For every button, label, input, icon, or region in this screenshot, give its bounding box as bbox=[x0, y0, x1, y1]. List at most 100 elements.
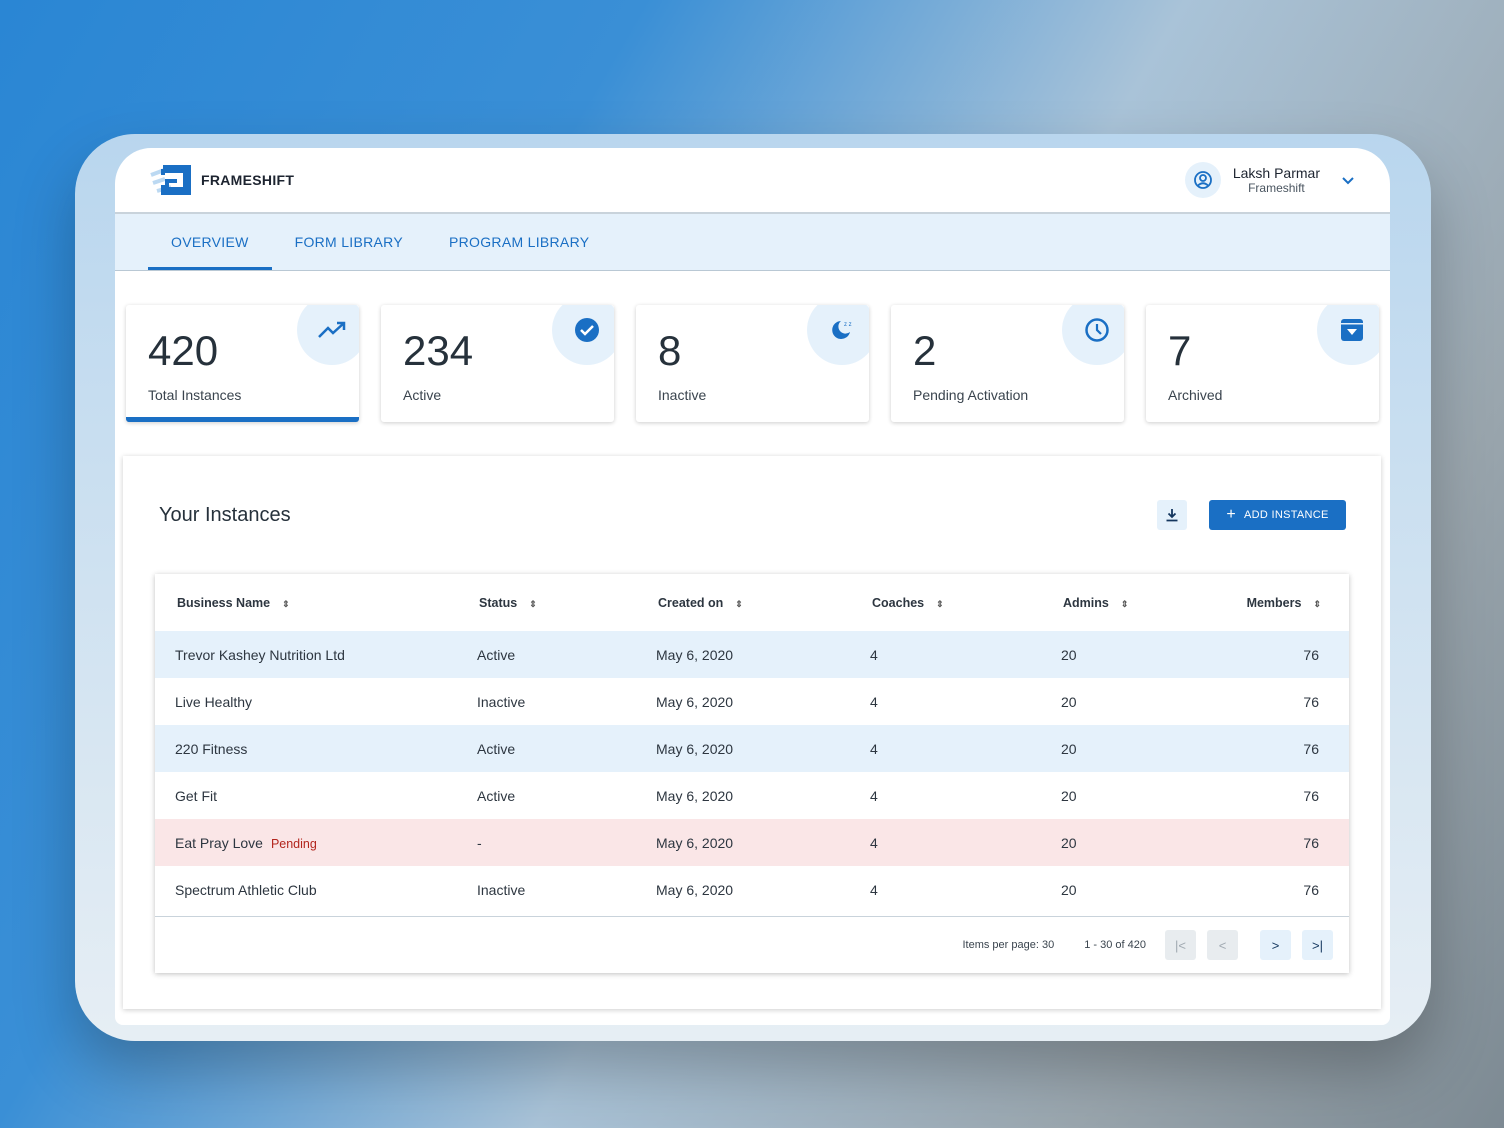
cell-status: - bbox=[477, 835, 656, 851]
app-screen: FRAMESHIFT Laksh ParmarFrameshift OVERVI… bbox=[115, 148, 1390, 1025]
brand-name: FRAMESHIFT bbox=[201, 172, 294, 188]
cell-name: Get Fit bbox=[175, 788, 477, 804]
created-text: May 6, 2020 bbox=[656, 647, 733, 663]
first-page-button[interactable]: |< bbox=[1165, 930, 1196, 960]
stat-label: Pending Activation bbox=[913, 387, 1102, 403]
sort-icon[interactable]: ⇕ bbox=[529, 599, 537, 609]
sort-icon[interactable]: ⇕ bbox=[1313, 599, 1321, 609]
stat-card-inactive[interactable]: z z 8 Inactive bbox=[636, 305, 869, 422]
coaches-text: 4 bbox=[870, 647, 878, 663]
stat-card-archived[interactable]: 7 Archived bbox=[1146, 305, 1379, 422]
user-org: Frameshift bbox=[1233, 181, 1320, 195]
add-instance-button[interactable]: +ADD INSTANCE bbox=[1209, 500, 1346, 530]
chevron-down-icon[interactable] bbox=[1340, 172, 1356, 188]
cell-created: May 6, 2020 bbox=[656, 788, 864, 804]
name-text: Live Healthy bbox=[175, 694, 252, 710]
members-text: 76 bbox=[1303, 694, 1319, 710]
brand-logo[interactable]: FRAMESHIFT bbox=[147, 163, 294, 197]
column-header[interactable]: Admins⇕ bbox=[1057, 596, 1243, 610]
table-row[interactable]: Live HealthyInactiveMay 6, 202042076 bbox=[155, 678, 1349, 725]
instances-table: Business Name⇕Status⇕Created on⇕Coaches⇕… bbox=[155, 574, 1349, 973]
coaches-text: 4 bbox=[870, 694, 878, 710]
table-row[interactable]: 220 FitnessActiveMay 6, 202042076 bbox=[155, 725, 1349, 772]
cell-members: 76 bbox=[1241, 835, 1369, 851]
name-text: Eat Pray Love bbox=[175, 835, 263, 851]
check-circle-icon bbox=[574, 317, 600, 343]
cell-coaches: 4 bbox=[864, 882, 1055, 898]
instances-panel: Your Instances +ADD INSTANCE Business Na… bbox=[123, 456, 1381, 1009]
svg-text:z z: z z bbox=[844, 322, 852, 328]
cell-created: May 6, 2020 bbox=[656, 741, 864, 757]
stat-label: Active bbox=[403, 387, 592, 403]
stat-card-active[interactable]: 234 Active bbox=[381, 305, 614, 422]
download-button[interactable] bbox=[1157, 500, 1187, 530]
sort-icon[interactable]: ⇕ bbox=[735, 599, 743, 609]
members-text: 76 bbox=[1303, 647, 1319, 663]
name-text: Get Fit bbox=[175, 788, 217, 804]
sort-icon[interactable]: ⇕ bbox=[936, 599, 944, 609]
stat-card-total[interactable]: 420 Total Instances bbox=[126, 305, 359, 422]
stat-label: Archived bbox=[1168, 387, 1357, 403]
cell-created: May 6, 2020 bbox=[656, 835, 864, 851]
status-text: Active bbox=[477, 647, 515, 663]
tab-form-library[interactable]: FORM LIBRARY bbox=[272, 214, 426, 270]
cell-status: Inactive bbox=[477, 882, 656, 898]
column-header-label: Members bbox=[1247, 596, 1302, 610]
cell-name: Live Healthy bbox=[175, 694, 477, 710]
cell-created: May 6, 2020 bbox=[656, 647, 864, 663]
cell-members: 76 bbox=[1241, 741, 1369, 757]
clock-icon bbox=[1084, 317, 1110, 343]
members-text: 76 bbox=[1303, 882, 1319, 898]
stat-label: Inactive bbox=[658, 387, 847, 403]
user-avatar-icon bbox=[1185, 162, 1221, 198]
column-header[interactable]: Coaches ⇕ bbox=[866, 596, 1057, 610]
tab-overview[interactable]: OVERVIEW bbox=[148, 214, 272, 270]
trending-up-icon bbox=[317, 320, 347, 340]
cell-members: 76 bbox=[1241, 882, 1369, 898]
table-row[interactable]: Get Fit ActiveMay 6, 20204 20 76 bbox=[155, 772, 1349, 819]
column-header[interactable]: Business Name⇕ bbox=[177, 596, 479, 610]
user-name: Laksh Parmar bbox=[1233, 165, 1320, 181]
cell-coaches: 4 bbox=[864, 788, 1055, 804]
table-row[interactable]: Trevor Kashey Nutrition LtdActive May 6, … bbox=[155, 631, 1349, 678]
column-header[interactable]: Members ⇕ bbox=[1243, 596, 1371, 610]
coaches-text: 4 bbox=[870, 835, 878, 851]
prev-page-button[interactable]: < bbox=[1207, 930, 1238, 960]
cell-status: Active bbox=[477, 741, 656, 757]
table-header-row: Business Name⇕Status⇕Created on⇕Coaches⇕… bbox=[155, 574, 1349, 631]
name-text: 220 Fitness bbox=[175, 741, 247, 757]
column-header-label: Coaches bbox=[872, 596, 924, 610]
status-text: Inactive bbox=[477, 882, 525, 898]
cell-status: Active bbox=[477, 647, 656, 663]
stat-card-pending[interactable]: 2 Pending Activation bbox=[891, 305, 1124, 422]
coaches-text: 4 bbox=[870, 882, 878, 898]
download-icon bbox=[1165, 508, 1179, 522]
members-text: 76 bbox=[1303, 835, 1319, 851]
table-row[interactable]: Spectrum Athletic ClubInactive May 6, 202… bbox=[155, 866, 1349, 913]
last-page-button[interactable]: >| bbox=[1302, 930, 1333, 960]
created-text: May 6, 2020 bbox=[656, 882, 733, 898]
cell-status: Active bbox=[477, 788, 656, 804]
column-header-label: Status bbox=[479, 596, 517, 610]
column-header[interactable]: Created on⇕ bbox=[658, 596, 866, 610]
cell-name: Spectrum Athletic Club bbox=[175, 882, 477, 898]
table-row[interactable]: Eat Pray LovePending-May 6, 202042076 bbox=[155, 819, 1349, 866]
status-text: Active bbox=[477, 741, 515, 757]
cell-name: Trevor Kashey Nutrition Ltd bbox=[175, 647, 477, 663]
sort-icon[interactable]: ⇕ bbox=[282, 599, 290, 609]
members-text: 76 bbox=[1303, 741, 1319, 757]
add-instance-label: ADD INSTANCE bbox=[1244, 509, 1329, 521]
user-menu[interactable]: Laksh ParmarFrameshift bbox=[1185, 162, 1356, 198]
pending-badge: Pending bbox=[271, 837, 317, 851]
sleep-moon-icon: z z bbox=[829, 317, 855, 343]
members-text: 76 bbox=[1303, 788, 1319, 804]
items-per-page[interactable]: Items per page: 30 bbox=[962, 939, 1054, 951]
admins-text: 20 bbox=[1061, 788, 1077, 804]
next-page-button[interactable]: > bbox=[1260, 930, 1291, 960]
column-header[interactable]: Status ⇕ bbox=[479, 596, 658, 610]
created-text: May 6, 2020 bbox=[656, 694, 733, 710]
coaches-text: 4 bbox=[870, 741, 878, 757]
sort-icon[interactable]: ⇕ bbox=[1121, 599, 1129, 609]
tab-program-library[interactable]: PROGRAM LIBRARY bbox=[426, 214, 612, 270]
frameshift-logo-icon bbox=[147, 163, 191, 197]
